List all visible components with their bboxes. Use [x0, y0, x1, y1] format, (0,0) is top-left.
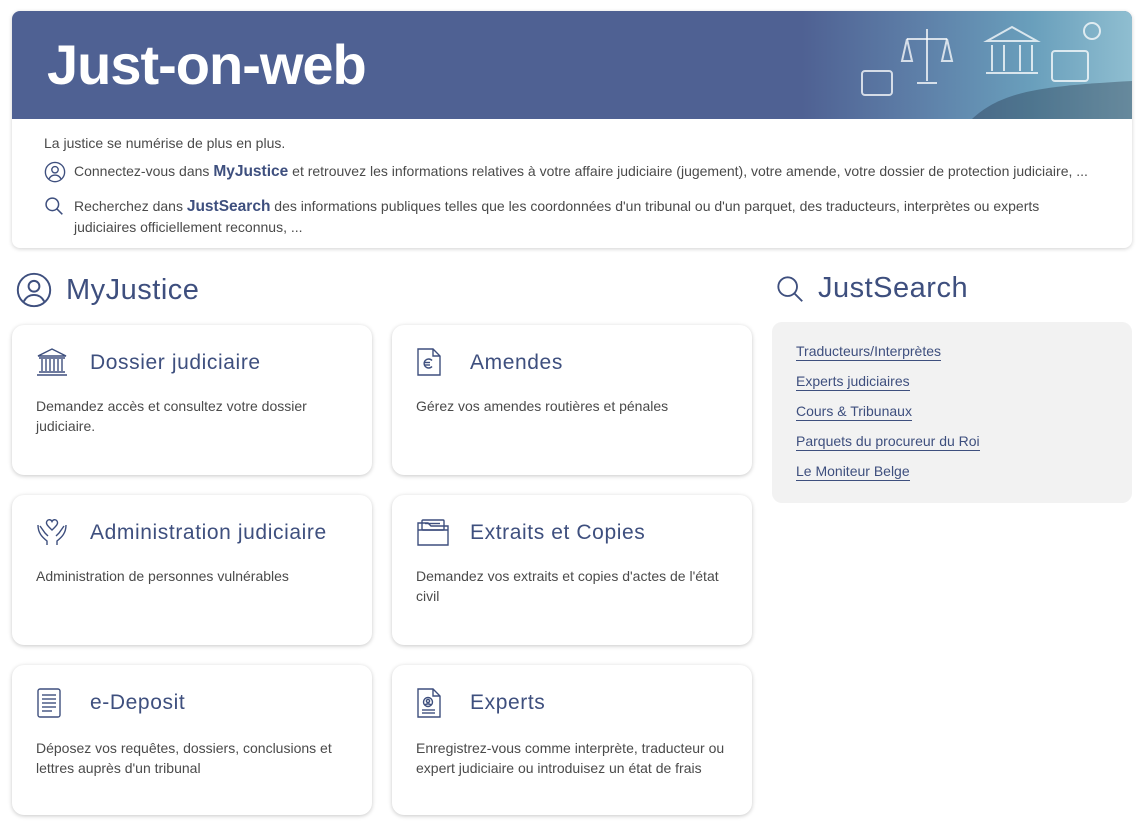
tile-description: Gérez vos amendes routières et pénales: [416, 398, 669, 414]
tile-title: Experts: [470, 691, 546, 714]
link-traducteurs-interpretes[interactable]: Traducteurs/Interprètes: [796, 342, 941, 361]
myjustice-heading: MyJustice: [16, 272, 199, 308]
tile-description: Demandez vos extraits et copies d'actes …: [416, 568, 719, 604]
intro-line-1: La justice se numérise de plus en plus.: [44, 135, 286, 151]
user-circle-icon: [44, 161, 74, 188]
intro-line-justsearch: Recherchez dans JustSearch des informati…: [44, 196, 1100, 237]
tile-administration-judiciaire[interactable]: Administration judiciaire Administration…: [12, 495, 372, 645]
certificate-icon: [416, 685, 470, 724]
justice-illustration-icon: [861, 22, 1132, 119]
justsearch-panel: Traducteurs/Interprètes Experts judiciai…: [772, 322, 1132, 503]
justsearch-brand: JustSearch: [186, 198, 271, 215]
hero-header: Just-on-web: [12, 11, 1132, 119]
courthouse-icon: [36, 345, 90, 382]
intro-banner: Just-on-web La justice se numérise de pl…: [12, 11, 1132, 248]
tile-title: Dossier judiciaire: [90, 351, 261, 374]
folder-icon: [416, 515, 470, 552]
intro-line-myjustice: Connectez-vous dans MyJustice et retrouv…: [44, 161, 1100, 188]
link-experts-judiciaires[interactable]: Experts judiciaires: [796, 372, 910, 391]
tile-extraits-copies[interactable]: Extraits et Copies Demandez vos extraits…: [392, 495, 752, 645]
tile-title: Amendes: [470, 351, 563, 374]
tile-title: Administration judiciaire: [90, 521, 327, 544]
link-parquets-procureur[interactable]: Parquets du procureur du Roi: [796, 432, 980, 451]
justsearch-heading: JustSearch: [776, 272, 968, 305]
search-icon: [44, 196, 74, 221]
tile-dossier-judiciaire[interactable]: Dossier judiciaire Demandez accès et con…: [12, 325, 372, 475]
search-icon: [777, 275, 803, 302]
tile-title: e-Deposit: [90, 691, 186, 714]
tile-description: Déposez vos requêtes, dossiers, conclusi…: [36, 740, 332, 776]
tile-title: Extraits et Copies: [470, 521, 646, 544]
tile-experts[interactable]: Experts Enregistrez-vous comme interprèt…: [392, 665, 752, 815]
tile-e-deposit[interactable]: e-Deposit Déposez vos requêtes, dossiers…: [12, 665, 372, 815]
tile-description: Demandez accès et consultez votre dossie…: [36, 398, 307, 434]
tile-amendes[interactable]: Amendes Gérez vos amendes routières et p…: [392, 325, 752, 475]
myjustice-brand: MyJustice: [213, 163, 289, 180]
page-title: Just-on-web: [47, 33, 367, 96]
tile-description: Administration de personnes vulnérables: [36, 568, 289, 584]
hero-image: [802, 11, 1132, 119]
user-circle-icon: [16, 272, 52, 308]
hands-heart-icon: [36, 515, 90, 552]
document-lines-icon: [36, 685, 90, 724]
link-cours-tribunaux[interactable]: Cours & Tribunaux: [796, 402, 912, 421]
link-moniteur-belge[interactable]: Le Moniteur Belge: [796, 462, 910, 481]
intro-text: La justice se numérise de plus en plus. …: [12, 119, 1132, 237]
tile-description: Enregistrez-vous comme interprète, tradu…: [416, 740, 725, 776]
euro-document-icon: [416, 345, 470, 382]
